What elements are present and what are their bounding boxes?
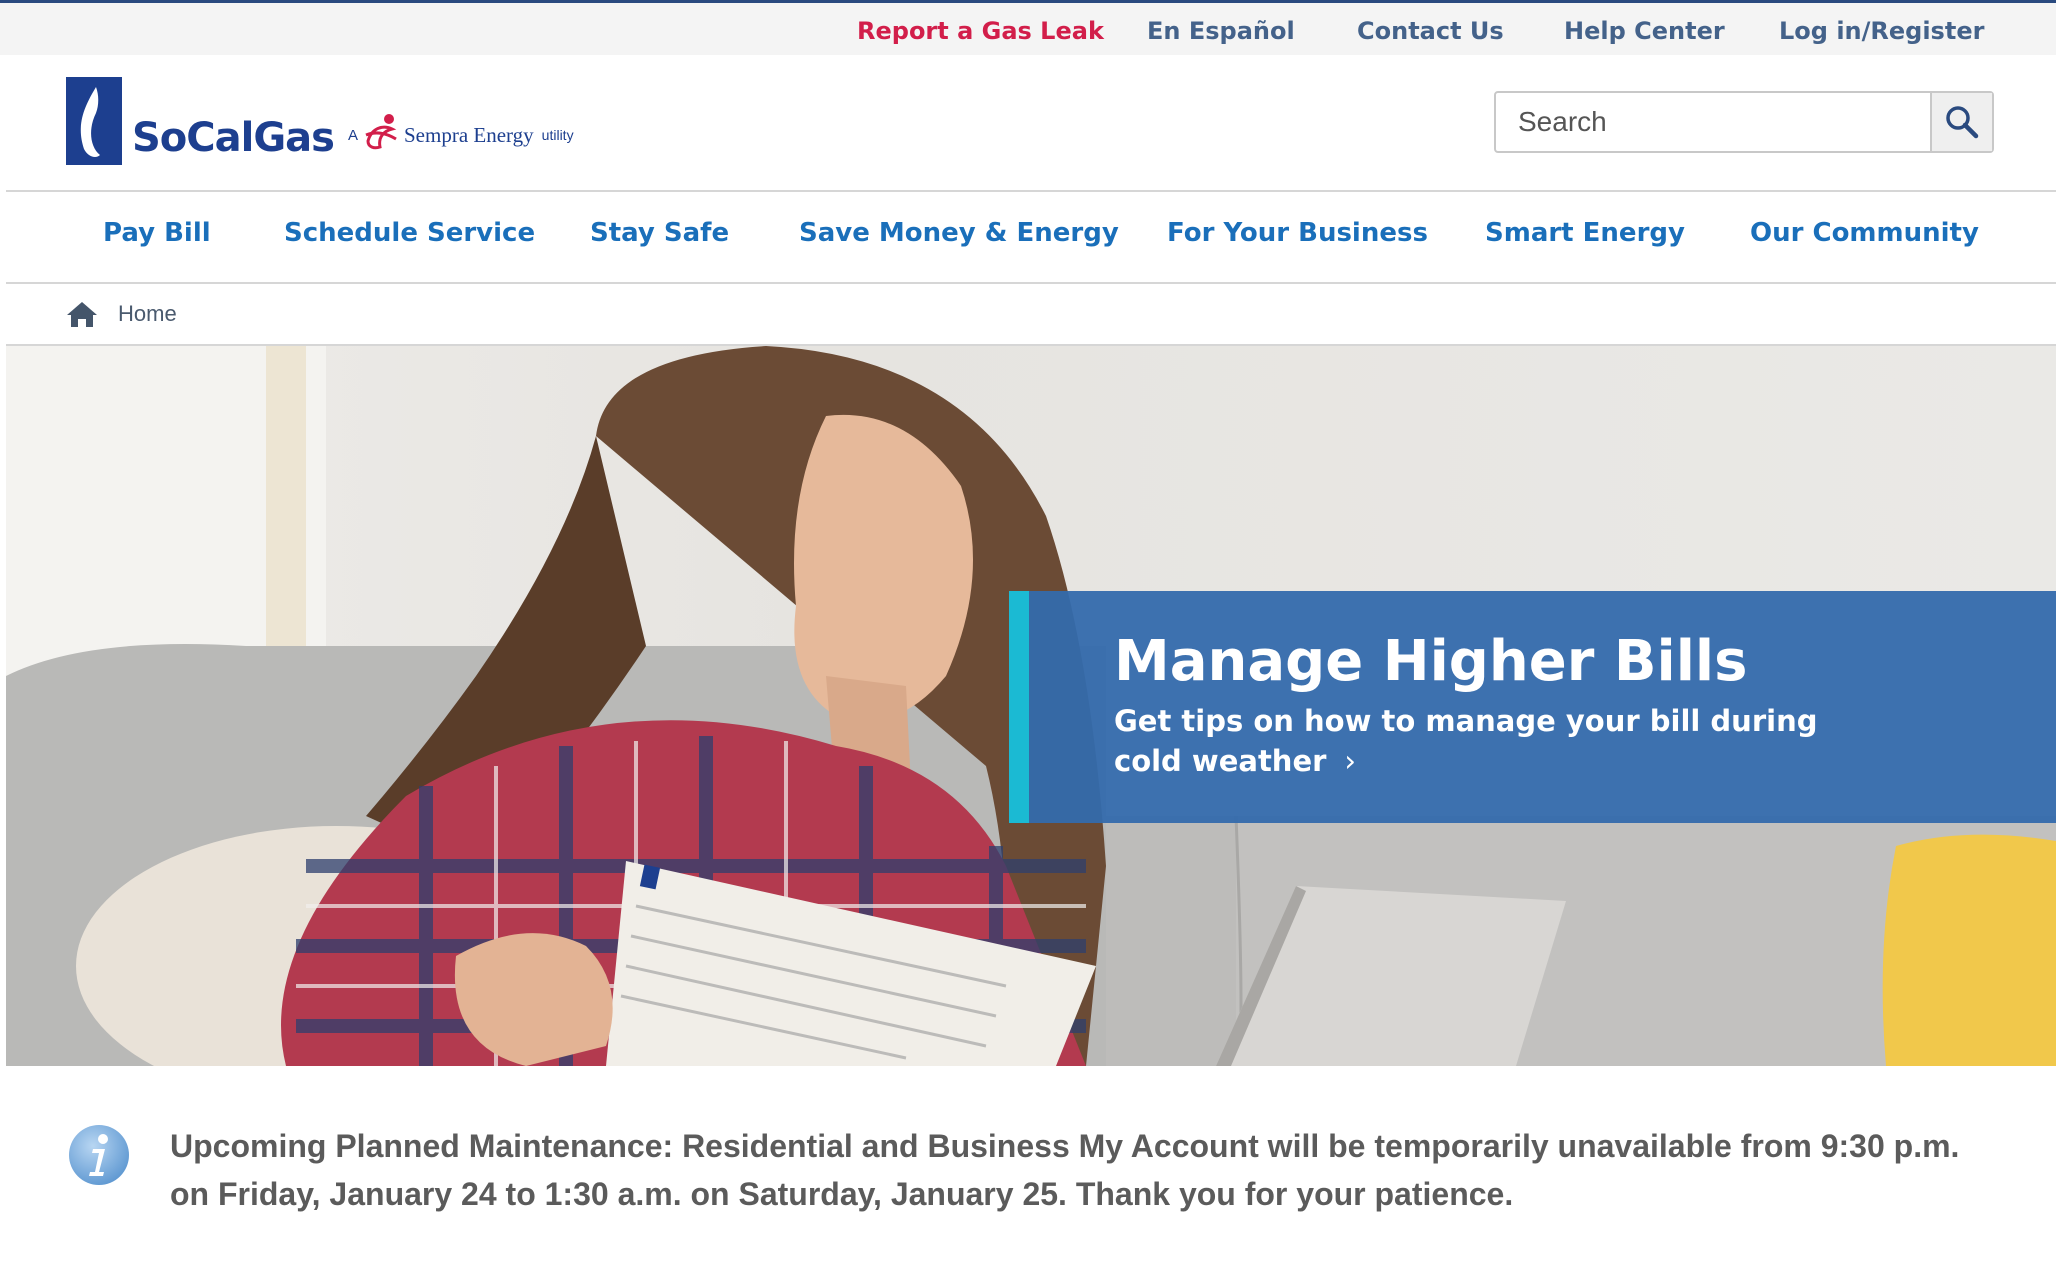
espanol-link[interactable]: En Español [1147,17,1295,45]
magnifier-icon [1946,106,1979,139]
nav-our-community[interactable]: Our Community [1750,218,1979,248]
chevron-right-icon: › [1344,744,1357,778]
nav-schedule-service[interactable]: Schedule Service [284,218,535,248]
nav-for-your-business[interactable]: For Your Business [1167,218,1428,248]
utility-bar: Report a Gas Leak En Español Contact Us … [0,0,2056,55]
promo-banner[interactable]: Manage Higher Bills Get tips on how to m… [1009,591,2056,823]
report-gas-leak-link[interactable]: Report a Gas Leak [857,17,1104,45]
contact-us-link[interactable]: Contact Us [1357,17,1504,45]
logo-wordmark: SoCalGas [132,115,335,161]
socalgas-logo[interactable]: SoCalGas A Sempra Energy utility [66,77,574,165]
flame-logo-icon [66,77,122,165]
breadcrumb-home[interactable]: Home [118,301,177,327]
promo-subtitle[interactable]: Get tips on how to manage your bill duri… [1114,704,1817,778]
nav-save-money-energy[interactable]: Save Money & Energy [799,218,1119,248]
search-input[interactable] [1496,93,1930,151]
hero-banner: Manage Higher Bills Get tips on how to m… [6,346,2056,1066]
nav-smart-energy[interactable]: Smart Energy [1485,218,1685,248]
help-center-link[interactable]: Help Center [1564,17,1725,45]
nav-stay-safe[interactable]: Stay Safe [590,218,729,248]
maintenance-notice: Upcoming Planned Maintenance: Residentia… [0,1066,2056,1278]
tagline-a: A [347,126,358,144]
search-button[interactable] [1930,93,1992,151]
promo-title[interactable]: Manage Higher Bills [1114,629,1747,694]
main-navigation: Pay Bill Schedule Service Stay Safe Save… [6,192,2056,284]
info-icon [69,1125,129,1185]
tagline-company: Sempra Energy [404,122,534,147]
login-register-link[interactable]: Log in/Register [1779,17,1984,45]
site-header: SoCalGas A Sempra Energy utility [6,55,2056,192]
notice-message: Upcoming Planned Maintenance: Residentia… [170,1128,1960,1212]
home-icon[interactable] [66,300,98,328]
promo-subtitle-link[interactable]: Get tips on how to manage your bill duri… [1114,701,1874,781]
nav-pay-bill[interactable]: Pay Bill [103,218,211,248]
sempra-swoosh-icon [362,111,400,159]
search-box [1494,91,1994,153]
breadcrumb: Home [6,284,2056,346]
sempra-tagline: A Sempra Energy utility [348,111,574,159]
tagline-utility: utility [541,127,574,143]
